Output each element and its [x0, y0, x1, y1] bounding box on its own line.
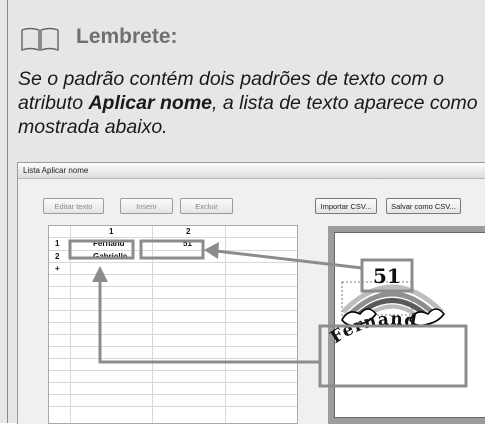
column-header-2[interactable]: 2 — [186, 227, 190, 236]
row-add[interactable]: + — [55, 264, 60, 273]
grid-divider — [49, 394, 297, 395]
grid-divider — [49, 346, 297, 347]
preview-panel — [328, 226, 485, 424]
memo-title: Lembrete: — [76, 25, 178, 48]
grid-divider — [49, 334, 297, 335]
delete-button[interactable]: Excluir — [180, 198, 233, 214]
insert-button[interactable]: Inserir — [120, 198, 173, 214]
grid-divider — [49, 310, 297, 311]
grid-divider — [49, 370, 297, 371]
grid-divider — [49, 286, 297, 287]
memo-header — [0, 0, 485, 62]
row-number-2[interactable]: 2 — [55, 252, 59, 261]
grid-divider — [49, 262, 297, 263]
import-csv-button[interactable]: Importar CSV... — [315, 198, 377, 214]
memo-text-bold: Aplicar nome — [88, 92, 213, 114]
memo-frame: Lembrete: Se o padrão contém dois padrõe… — [0, 0, 485, 424]
memo-left-border — [7, 0, 8, 423]
edit-text-button[interactable]: Editar texto — [43, 198, 104, 214]
preview-canvas — [334, 232, 485, 418]
book-icon — [21, 27, 59, 51]
column-header-1[interactable]: 1 — [109, 227, 113, 236]
row-number-1[interactable]: 1 — [55, 239, 59, 248]
cell-row1-col2[interactable]: 51 — [183, 239, 192, 248]
cell-row2-col1[interactable]: Gabrielle — [93, 252, 127, 261]
text-grid[interactable]: 1 2 1 Fernand 51 2 Gabrielle + — [48, 225, 298, 424]
save-csv-button[interactable]: Salvar como CSV... — [386, 198, 461, 214]
grid-divider — [49, 406, 297, 407]
memo-text: Se o padrão contém dois padrões de texto… — [18, 67, 478, 139]
window-title: Lista Aplicar nome — [18, 163, 485, 179]
grid-divider — [49, 322, 297, 323]
grid-divider — [49, 298, 297, 299]
grid-divider — [49, 358, 297, 359]
grid-divider — [49, 250, 297, 251]
grid-divider — [49, 382, 297, 383]
grid-divider — [49, 274, 297, 275]
cell-row1-col1[interactable]: Fernand — [93, 239, 125, 248]
grid-divider — [49, 237, 297, 238]
apply-name-list-window: Lista Aplicar nome Editar texto Inserir … — [17, 162, 485, 424]
